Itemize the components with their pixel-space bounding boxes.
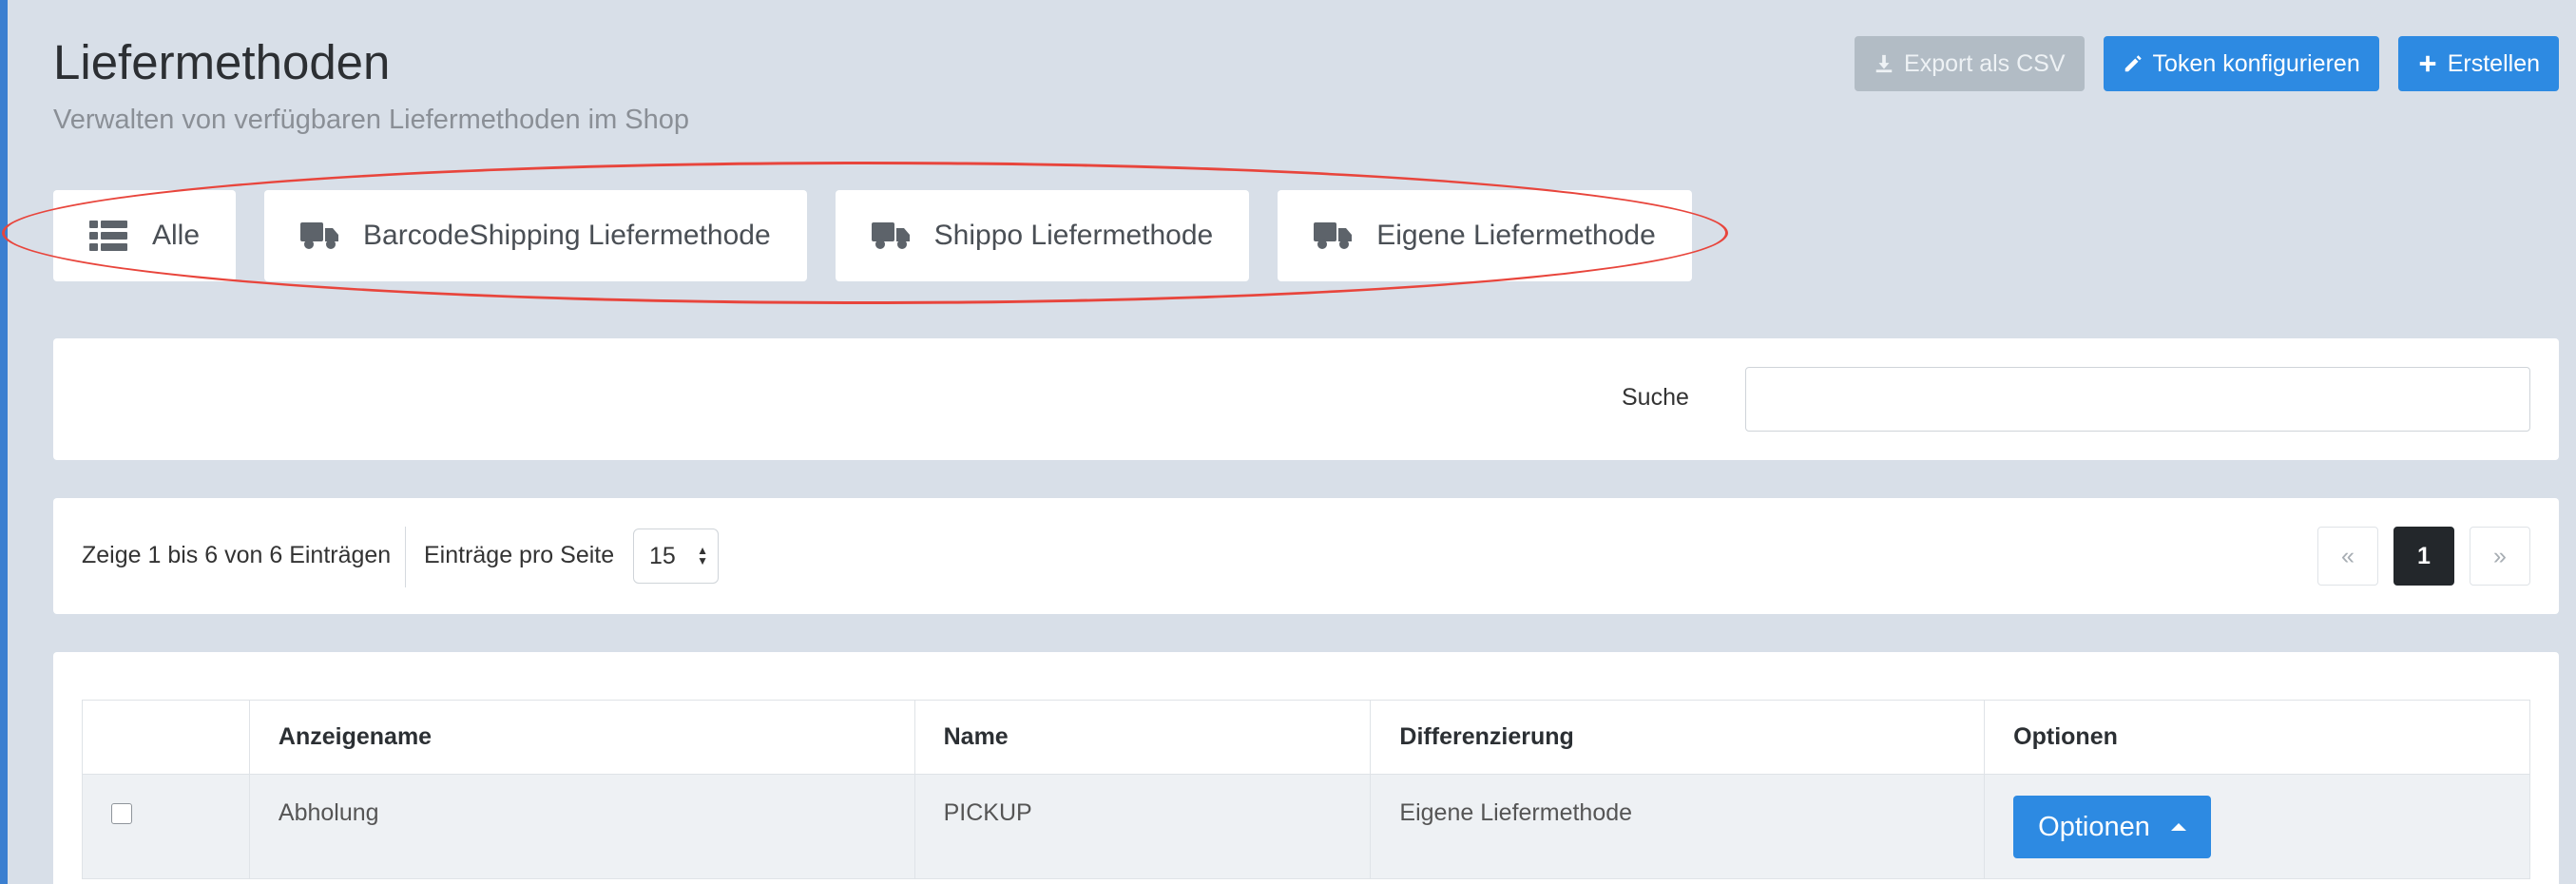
create-label: Erstellen (2447, 49, 2540, 77)
search-label: Suche (1622, 384, 1689, 411)
cell-differenzierung: Eigene Liefermethode (1370, 774, 1986, 879)
methods-table: Anzeigename Name Differenzierung Optione… (82, 700, 2530, 879)
page-subtitle: Verwalten von verfügbaren Liefermethoden… (53, 105, 690, 135)
pencil-icon (2124, 55, 2142, 72)
per-page-value: 15 (649, 542, 676, 569)
table-header-row: Anzeigename Name Differenzierung Optione… (82, 700, 2530, 775)
column-header-name[interactable]: Name (913, 700, 1372, 775)
search-panel: Suche (53, 338, 2559, 460)
tab-barcodeshipping-label: BarcodeShipping Liefermethode (363, 220, 771, 251)
export-csv-button[interactable]: Export als CSV (1855, 36, 2085, 91)
per-page-label: Einträge pro Seite (424, 542, 615, 568)
cell-optionen: Optionen (1984, 774, 2530, 879)
truck-icon (300, 222, 339, 249)
row-options-label: Optionen (2038, 811, 2150, 842)
configure-token-label: Token konfigurieren (2152, 49, 2360, 77)
cell-name: PICKUP (913, 774, 1372, 879)
column-header-anzeigename[interactable]: Anzeigename (248, 700, 915, 775)
truck-icon (1314, 222, 1353, 249)
row-options-button[interactable]: Optionen (2013, 796, 2211, 858)
listing-info-panel: Zeige 1 bis 6 von 6 Einträgen Einträge p… (53, 498, 2559, 614)
entries-info: Zeige 1 bis 6 von 6 Einträgen (82, 542, 392, 568)
pagination-prev[interactable]: « (2317, 527, 2378, 586)
table-panel: Anzeigename Name Differenzierung Optione… (53, 652, 2559, 884)
pagination-page-current[interactable]: 1 (2393, 527, 2454, 586)
row-select-cell (82, 774, 250, 879)
search-input[interactable] (1745, 367, 2530, 432)
tab-barcodeshipping[interactable]: BarcodeShipping Liefermethode (264, 190, 807, 281)
tab-alle[interactable]: Alle (53, 190, 237, 281)
method-tabs: Alle BarcodeShipping Liefermethode Shipp… (53, 190, 1692, 281)
caret-up-icon (2170, 823, 2186, 831)
column-header-optionen: Optionen (1984, 700, 2530, 775)
download-icon (1875, 54, 1893, 73)
per-page-select[interactable]: 15 ▲ ▼ (633, 528, 719, 584)
column-header-differenzierung[interactable]: Differenzierung (1370, 700, 1986, 775)
tab-alle-label: Alle (152, 220, 201, 251)
configure-token-button[interactable]: Token konfigurieren (2103, 36, 2379, 91)
left-accent-bar (0, 0, 8, 884)
export-csv-label: Export als CSV (1904, 49, 2066, 77)
select-arrows-icon: ▲ ▼ (697, 544, 708, 567)
page-title: Liefermethoden (53, 35, 391, 89)
table-row: Abholung PICKUP Eigene Liefermethode Opt… (82, 774, 2530, 879)
create-button[interactable]: Erstellen (2397, 36, 2559, 91)
tab-eigene[interactable]: Eigene Liefermethode (1278, 190, 1692, 281)
cell-anzeigename: Abholung (248, 774, 915, 879)
tab-eigene-label: Eigene Liefermethode (1376, 220, 1656, 251)
row-checkbox[interactable] (111, 803, 132, 824)
divider (405, 527, 406, 587)
top-actions: Export als CSV Token konfigurieren Erste… (1855, 36, 2559, 91)
tab-shippo-label: Shippo Liefermethode (933, 220, 1214, 251)
pagination: « 1 » (2317, 527, 2530, 586)
column-header-select (82, 700, 250, 775)
truck-icon (871, 222, 910, 249)
pagination-next[interactable]: » (2470, 527, 2530, 586)
tab-shippo[interactable]: Shippo Liefermethode (835, 190, 1250, 281)
plus-icon (2419, 55, 2435, 72)
list-icon (89, 221, 127, 251)
